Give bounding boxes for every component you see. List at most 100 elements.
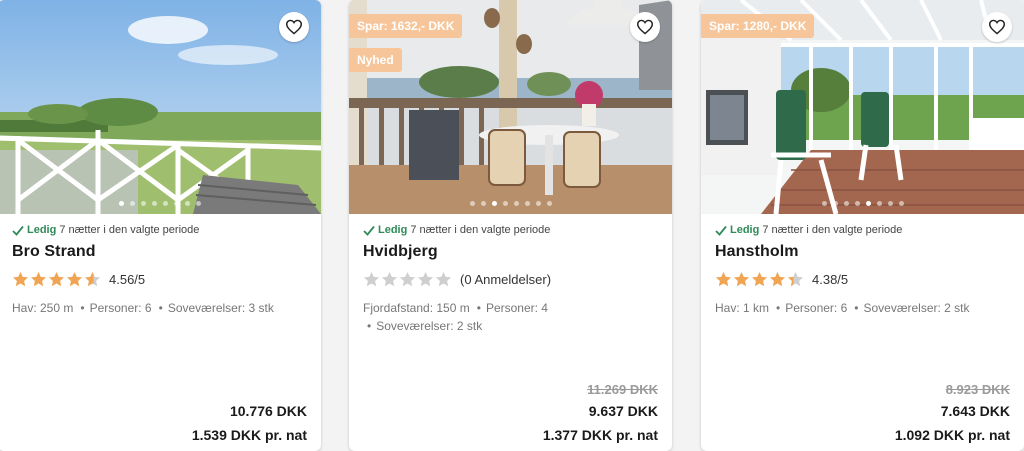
listing-title[interactable]: Bro Strand [12,243,307,261]
star-icon [12,271,29,286]
carousel-dot[interactable] [151,201,157,206]
carousel-dot[interactable] [865,201,871,206]
listing-title[interactable]: Hanstholm [715,243,1010,261]
price-block: 11.269 DKK 9.637 DKK 1.377 DKK pr. nat [543,382,658,443]
listing-photo[interactable]: Spar: 1632,- DKK Nyhed [349,0,672,214]
carousel-dot[interactable] [535,201,541,206]
carousel-dot[interactable] [469,201,475,206]
carousel-dots[interactable] [0,201,321,206]
star-icon [733,271,750,286]
price-per-night: 1.377 DKK pr. nat [542,427,658,443]
star-icon [399,271,416,286]
star-icon [787,271,804,286]
availability: Ledig 7 nætter i den valgte periode [363,223,658,237]
listing-card-hanstholm[interactable]: Spar: 1280,- DKK Ledig 7 nætter i den va… [701,0,1024,451]
checkmark-icon [363,225,375,236]
carousel-dot[interactable] [524,201,530,206]
listing-card-bro-strand[interactable]: Ledig 7 nætter i den valgte periode Bro … [0,0,321,451]
fact-persons: Personer: 6 [785,301,848,315]
carousel-dot[interactable] [513,201,519,206]
star-icon [381,271,398,286]
carousel-dot[interactable] [480,201,486,206]
listing-facts: Hav: 250 m • Personer: 6 • Soveværelser: 3 s… [12,301,274,315]
star-icon [30,271,47,286]
price-block: 8.923 DKK 7.643 DKK 1.092 DKK pr. nat [895,382,1010,443]
carousel-dot[interactable] [195,201,201,206]
fact-distance: Fjordafstand: 150 m [363,301,470,315]
fact-bedrooms: Soveværelser: 2 stk [376,319,483,333]
listing-facts: Hav: 1 km • Personer: 6 • Soveværelser: 2 st… [715,301,970,315]
price-old: 11.269 DKK [587,382,658,397]
rating-stars [12,271,101,288]
price-old: 8.923 DKK [945,382,1010,397]
heart-icon [285,19,303,35]
star-icon [84,271,101,286]
price-per-night: 1.539 DKK pr. nat [191,427,307,443]
carousel-dot[interactable] [876,201,882,206]
star-icon [715,271,732,286]
results-row: Ledig 7 nætter i den valgte periode Bro … [0,0,1024,451]
favorite-button[interactable] [630,12,660,42]
carousel-dot[interactable] [173,201,179,206]
listing-photo[interactable] [0,0,321,214]
fact-distance: Hav: 1 km [715,301,770,315]
price-total: 10.776 DKK [229,403,307,419]
listing-title[interactable]: Hvidbjerg [363,243,658,261]
fact-bedrooms: Soveværelser: 2 stk [863,301,970,315]
star-icon [48,271,65,286]
fact-persons: Personer: 4 [485,301,548,315]
star-icon [435,271,452,286]
carousel-dot[interactable] [491,201,497,206]
listing-facts: Fjordafstand: 150 m • Personer: 4 • Sovevære… [363,301,548,333]
listing-card-hvidbjerg[interactable]: Spar: 1632,- DKK Nyhed Ledig 7 nætter i … [349,0,672,451]
rating: 4.56/5 [12,270,307,288]
availability-status: Ledig [378,224,408,236]
price-block: 10.776 DKK 1.539 DKK pr. nat [192,403,307,443]
star-icon [417,271,434,286]
carousel-dots[interactable] [701,201,1024,206]
availability-status: Ledig [27,224,57,236]
availability-text: 7 nætter i den valgte periode [410,224,551,236]
carousel-dot[interactable] [898,201,904,206]
checkmark-icon [12,225,24,236]
carousel-dot[interactable] [854,201,860,206]
carousel-dot[interactable] [546,201,552,206]
carousel-dot[interactable] [118,201,124,206]
listing-photo[interactable]: Spar: 1280,- DKK [701,0,1024,214]
rating-stars [363,271,452,288]
favorite-button[interactable] [279,12,309,42]
carousel-dot[interactable] [184,201,190,206]
carousel-dot[interactable] [129,201,135,206]
availability-text: 7 nætter i den valgte periode [762,224,903,236]
rating-text: 4.56/5 [109,271,146,287]
carousel-dot[interactable] [843,201,849,206]
availability-status: Ledig [730,224,760,236]
savings-badge: Spar: 1280,- DKK [701,14,815,38]
fact-persons: Personer: 6 [89,301,152,315]
rating: 4.38/5 [715,270,1010,288]
star-icon [363,271,380,286]
new-badge: Nyhed [349,48,402,72]
favorite-button[interactable] [982,12,1012,42]
star-icon [66,271,83,286]
carousel-dots[interactable] [349,201,672,206]
carousel-dot[interactable] [162,201,168,206]
price-total: 9.637 DKK [588,403,658,419]
rating-text: 4.38/5 [812,271,849,287]
savings-badge: Spar: 1632,- DKK [349,14,463,38]
availability: Ledig 7 nætter i den valgte periode [715,223,1010,237]
price-total: 7.643 DKK [940,403,1010,419]
price-per-night: 1.092 DKK pr. nat [894,427,1010,443]
carousel-dot[interactable] [821,201,827,206]
rating-text: (0 Anmeldelser) [460,271,552,287]
carousel-dot[interactable] [832,201,838,206]
carousel-dot[interactable] [140,201,146,206]
heart-icon [988,19,1006,35]
rating: (0 Anmeldelser) [363,270,658,288]
star-icon [769,271,786,286]
availability-text: 7 nætter i den valgte periode [59,224,200,236]
carousel-dot[interactable] [887,201,893,206]
carousel-dot[interactable] [502,201,508,206]
heart-icon [636,19,654,35]
availability: Ledig 7 nætter i den valgte periode [12,223,307,237]
